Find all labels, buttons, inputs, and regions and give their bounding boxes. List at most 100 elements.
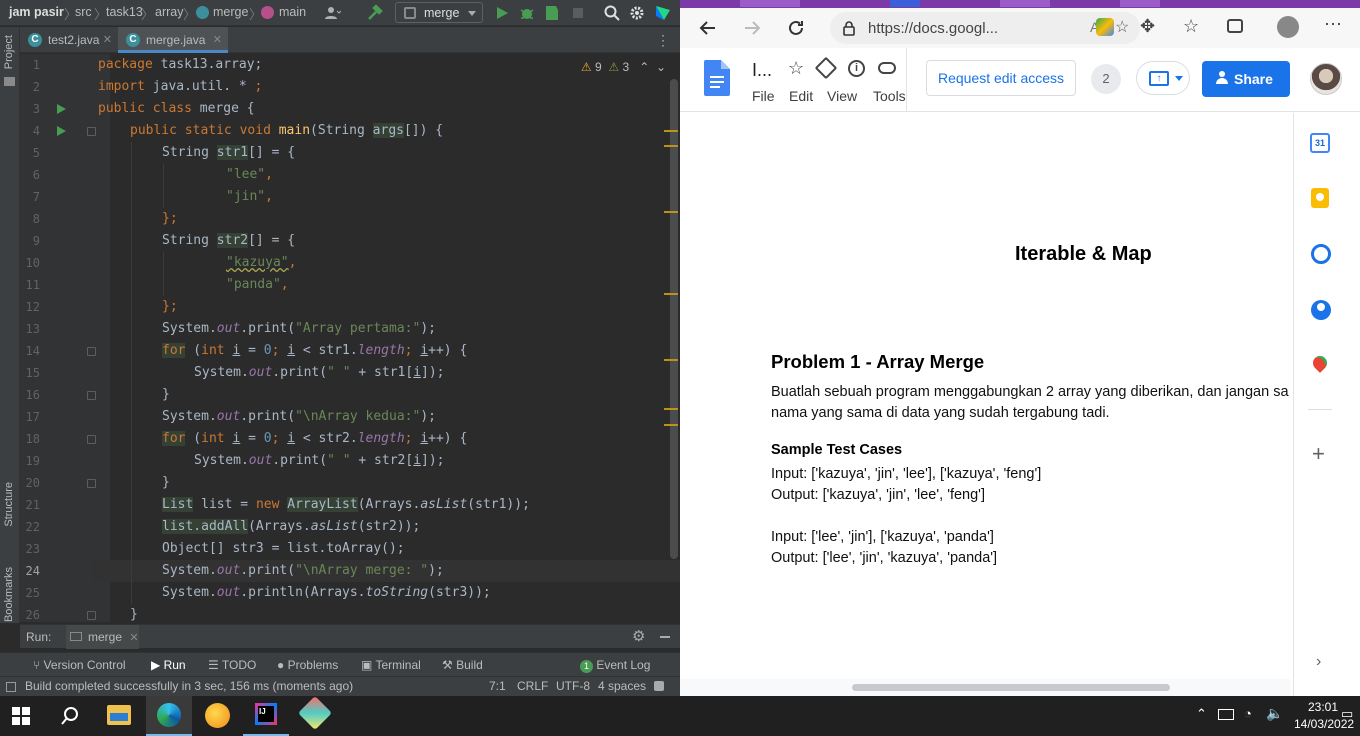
fold-icon[interactable] <box>87 611 96 620</box>
contacts-icon[interactable] <box>1311 300 1331 320</box>
google-docs-icon[interactable] <box>704 60 730 96</box>
notification-icon[interactable]: ▭ <box>1341 706 1353 722</box>
star-icon[interactable]: ☆ <box>788 58 804 79</box>
tool-version-control[interactable]: ⑂ Version Control <box>33 658 126 672</box>
file-explorer-icon[interactable] <box>107 705 131 725</box>
coverage-icon[interactable] <box>543 4 561 22</box>
tasks-icon[interactable] <box>1311 244 1331 264</box>
gear-icon[interactable]: ⚙ <box>632 627 645 645</box>
warning-marker[interactable] <box>664 145 678 147</box>
battery-icon[interactable] <box>1218 709 1234 720</box>
breadcrumb-subpackage[interactable]: array <box>155 5 183 19</box>
fold-icon[interactable] <box>87 391 96 400</box>
project-panel-toggle[interactable]: Project <box>3 35 15 69</box>
minimize-icon[interactable] <box>660 636 670 638</box>
warning-marker[interactable] <box>664 359 678 361</box>
request-edit-access-button[interactable]: Request edit access <box>926 60 1076 96</box>
present-button[interactable]: ↑ <box>1136 61 1190 95</box>
extension-icon[interactable] <box>1096 18 1114 36</box>
clock-time[interactable]: 23:01 <box>1308 700 1338 714</box>
run-icon[interactable] <box>493 4 511 22</box>
app-icon[interactable] <box>298 696 332 730</box>
chevron-up-icon[interactable]: ⌃ <box>639 60 649 74</box>
chevron-down-icon[interactable]: ⌄ <box>656 60 666 74</box>
settings-gear-icon[interactable] <box>628 4 646 22</box>
file-encoding[interactable]: UTF-8 <box>556 679 590 693</box>
lock-icon[interactable] <box>654 681 664 691</box>
editor-scrollbar[interactable] <box>670 79 678 559</box>
fold-icon[interactable] <box>87 435 96 444</box>
collections-icon[interactable] <box>1227 19 1243 33</box>
keep-icon[interactable] <box>1311 188 1329 208</box>
extensions-puzzle-icon[interactable]: ✥ <box>1140 16 1155 37</box>
breadcrumb-package[interactable]: task13 <box>106 5 143 19</box>
profile-avatar[interactable] <box>1277 16 1299 38</box>
build-hammer-icon[interactable] <box>366 4 384 22</box>
chevron-right-icon[interactable]: › <box>1316 653 1321 671</box>
address-bar[interactable]: https://docs.googl... Aᐧ ☆ <box>830 12 1140 44</box>
viewer-count-badge[interactable]: 2 <box>1091 64 1121 94</box>
tool-event-log[interactable]: 1 Event Log <box>580 658 650 673</box>
document-page[interactable]: Iterable & Map Problem 1 - Array Merge B… <box>680 113 1302 679</box>
fold-icon[interactable] <box>87 347 96 356</box>
indent-setting[interactable]: 4 spaces <box>598 679 646 693</box>
breadcrumb-method[interactable]: main <box>279 5 306 19</box>
stop-icon[interactable] <box>569 4 587 22</box>
warning-marker[interactable] <box>664 130 678 132</box>
user-avatar[interactable] <box>1310 63 1342 95</box>
cloud-status-icon[interactable] <box>878 62 896 74</box>
line-separator[interactable]: CRLF <box>517 679 548 693</box>
more-tabs-icon[interactable]: ⋮ <box>656 32 670 49</box>
code-editor[interactable]: 1 2 3 4 5 6 7 8 9 10 11 12 13 14 15 16 17 18 19 20 21 22 23 24 2… <box>20 54 680 622</box>
menu-view[interactable]: View <box>827 88 857 104</box>
run-configuration-select[interactable]: merge <box>395 2 483 23</box>
tool-problems[interactable]: ● Problems <box>277 658 338 672</box>
tab-merge[interactable]: C merge.java ✕ <box>118 27 228 53</box>
info-icon[interactable]: i <box>848 60 865 77</box>
tool-todo[interactable]: ☰ TODO <box>208 658 256 672</box>
structure-panel-toggle[interactable]: Structure <box>3 482 15 527</box>
horizontal-scrollbar[interactable] <box>852 684 1170 691</box>
tool-build[interactable]: ⚒ Build <box>442 658 483 672</box>
maps-icon[interactable] <box>1310 353 1330 373</box>
lock-icon[interactable] <box>842 20 856 36</box>
add-icon[interactable]: + <box>1312 441 1325 467</box>
chevron-up-icon[interactable]: ⌃ <box>1196 706 1207 722</box>
close-icon[interactable]: ✕ <box>129 632 138 644</box>
warning-marker[interactable] <box>664 211 678 213</box>
volume-icon[interactable]: 🔈 <box>1266 705 1283 722</box>
tool-run[interactable]: ▶ Run <box>151 658 186 672</box>
run-main-icon[interactable] <box>57 126 66 136</box>
run-tab-merge[interactable]: merge ✕ <box>66 625 139 649</box>
app-icon[interactable] <box>205 703 230 728</box>
intellij-taskbar-button[interactable]: IJ <box>243 696 289 736</box>
move-icon[interactable] <box>814 56 838 80</box>
breadcrumb-src[interactable]: src <box>75 5 92 19</box>
browser-tab[interactable] <box>740 0 800 7</box>
jetbrains-toolbox-icon[interactable] <box>654 4 672 22</box>
search-icon[interactable] <box>60 706 80 726</box>
menu-edit[interactable]: Edit <box>789 88 813 104</box>
favorites-icon[interactable]: ☆ <box>1183 16 1199 37</box>
menu-file[interactable]: File <box>752 88 775 104</box>
inspection-widget[interactable]: ⚠ 9 ⚠ 3 ⌃ ⌄ <box>581 60 666 74</box>
user-icon[interactable] <box>323 4 341 22</box>
document-title[interactable]: I... <box>752 60 772 81</box>
tab-test2[interactable]: C test2.java ✕ <box>20 27 118 53</box>
edge-taskbar-button[interactable] <box>146 696 192 736</box>
share-button[interactable]: Share <box>1202 61 1290 97</box>
bookmarks-panel-toggle[interactable]: Bookmarks <box>3 567 15 622</box>
refresh-icon[interactable] <box>786 18 806 38</box>
back-icon[interactable] <box>698 18 718 38</box>
warning-marker[interactable] <box>664 293 678 295</box>
browser-tab[interactable] <box>1000 0 1050 7</box>
breadcrumb-project[interactable]: jam pasir <box>9 5 64 19</box>
breadcrumb-class[interactable]: merge <box>213 5 248 19</box>
debug-icon[interactable] <box>518 4 536 22</box>
forward-icon[interactable] <box>742 18 762 38</box>
menu-tools[interactable]: Tools <box>873 88 906 104</box>
warning-marker[interactable] <box>664 408 678 410</box>
favorite-star-icon[interactable]: ☆ <box>1115 17 1129 37</box>
close-icon[interactable]: ✕ <box>103 27 112 53</box>
close-icon[interactable]: ✕ <box>213 27 222 53</box>
